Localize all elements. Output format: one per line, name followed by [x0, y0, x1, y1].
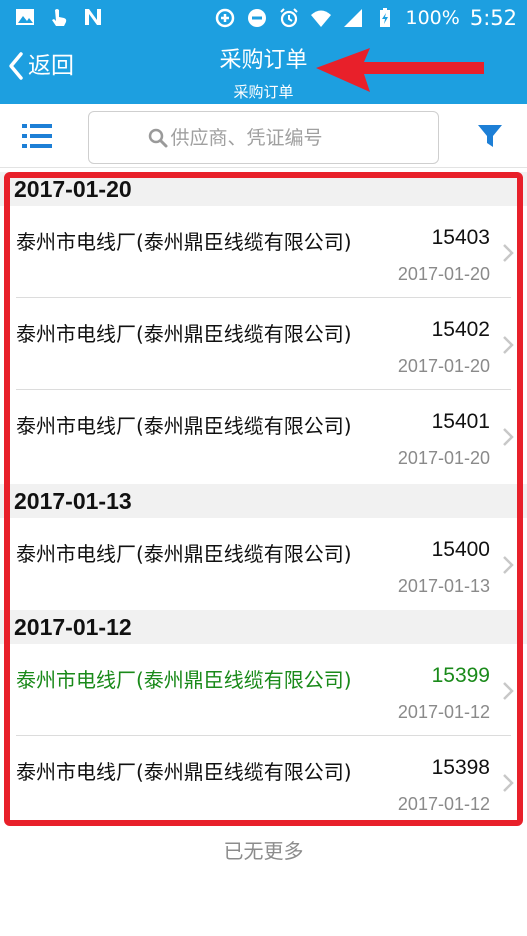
- order-date: 2017-01-20: [397, 448, 490, 468]
- touch-icon: [52, 9, 67, 26]
- nav-bar: 返回 采购订单 采购订单: [0, 36, 527, 104]
- chevron-right-icon: [503, 336, 514, 354]
- chevron-right-icon: [503, 556, 514, 574]
- order-date: 2017-01-13: [397, 576, 490, 596]
- section-date: 2017-01-13: [14, 488, 132, 514]
- order-number: 15401: [431, 410, 490, 433]
- chevron-right-icon: [503, 244, 514, 262]
- search-box[interactable]: [88, 111, 439, 164]
- order-number: 15399: [431, 664, 490, 687]
- list-item[interactable]: 泰州市电线厂(泰州鼎臣线缆有限公司) 15402 2017-01-20: [0, 298, 527, 390]
- supplier-name: 泰州市电线厂(泰州鼎臣线缆有限公司): [16, 760, 352, 784]
- clock: 5:52: [469, 6, 517, 30]
- page-title: 采购订单: [219, 48, 308, 73]
- section-date: 2017-01-12: [14, 614, 132, 640]
- list-item[interactable]: 泰州市电线厂(泰州鼎臣线缆有限公司) 15403 2017-01-20: [0, 206, 527, 298]
- order-date: 2017-01-12: [397, 702, 490, 722]
- supplier-name: 泰州市电线厂(泰州鼎臣线缆有限公司): [16, 230, 352, 254]
- order-number: 15403: [431, 226, 490, 249]
- list-icon[interactable]: [20, 122, 54, 150]
- supplier-name: 泰州市电线厂(泰州鼎臣线缆有限公司): [16, 414, 352, 438]
- search-bar: [0, 104, 527, 168]
- order-number: 15402: [431, 318, 490, 341]
- signal-icon: [343, 9, 362, 27]
- order-date: 2017-01-20: [397, 264, 490, 284]
- status-bar: 100% 5:52: [0, 0, 527, 36]
- page-subtitle: 采购订单: [233, 83, 294, 101]
- section-date: 2017-01-20: [14, 176, 132, 202]
- order-list: 2017-01-20 泰州市电线厂(泰州鼎臣线缆有限公司) 15403 2017…: [0, 168, 527, 828]
- wifi-icon: [310, 10, 331, 27]
- supplier-name: 泰州市电线厂(泰州鼎臣线缆有限公司): [16, 668, 352, 692]
- chevron-right-icon: [503, 428, 514, 446]
- section-header: 2017-01-20: [0, 172, 527, 206]
- chevron-right-icon: [503, 774, 514, 792]
- dnd-icon: [247, 9, 266, 27]
- order-date: 2017-01-12: [397, 794, 490, 814]
- order-number: 15398: [431, 756, 490, 779]
- list-item[interactable]: 泰州市电线厂(泰州鼎臣线缆有限公司) 15401 2017-01-20: [0, 390, 527, 482]
- no-more-label: 已无更多: [223, 839, 304, 863]
- supplier-name: 泰州市电线厂(泰州鼎臣线缆有限公司): [16, 322, 352, 346]
- order-number: 15400: [431, 538, 490, 561]
- search-icon: [148, 128, 167, 147]
- data-saver-icon: [215, 8, 234, 28]
- n-icon: [85, 9, 101, 25]
- list-item[interactable]: 泰州市电线厂(泰州鼎臣线缆有限公司) 15398 2017-01-12: [0, 736, 527, 828]
- search-input[interactable]: [170, 126, 381, 149]
- section-header: 2017-01-13: [0, 484, 527, 518]
- list-item[interactable]: 泰州市电线厂(泰州鼎臣线缆有限公司) 15399 2017-01-12: [0, 644, 527, 736]
- filter-icon[interactable]: [476, 122, 504, 150]
- supplier-name: 泰州市电线厂(泰州鼎臣线缆有限公司): [16, 542, 352, 566]
- alarm-icon: [279, 8, 298, 28]
- list-item[interactable]: 泰州市电线厂(泰州鼎臣线缆有限公司) 15400 2017-01-13: [0, 518, 527, 610]
- battery-percent: 100%: [405, 7, 460, 29]
- battery-icon: [379, 8, 390, 27]
- order-date: 2017-01-20: [397, 356, 490, 376]
- section-header: 2017-01-12: [0, 610, 527, 644]
- image-icon: [16, 9, 34, 25]
- chevron-right-icon: [503, 682, 514, 700]
